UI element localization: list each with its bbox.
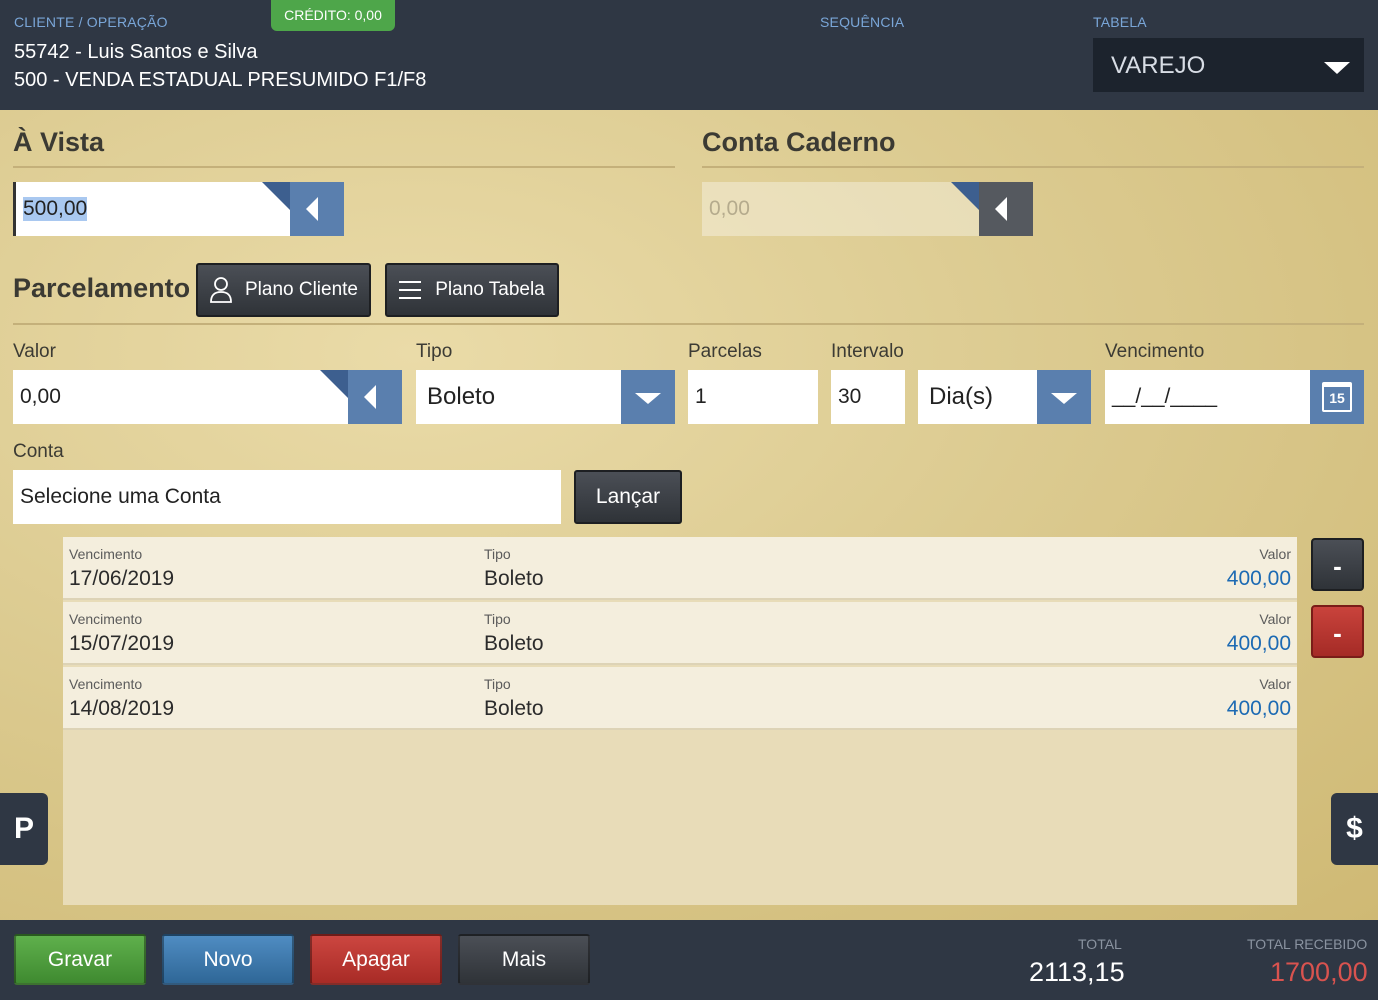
plano-cliente-label: Plano Cliente xyxy=(244,279,359,300)
cliente-operacao-label: CLIENTE / OPERAÇÃO xyxy=(14,14,168,30)
intervalo-unit-value: Dia(s) xyxy=(929,383,993,410)
calendar-icon: 15 xyxy=(1322,382,1352,412)
intervalo-unit-dropdown-button[interactable] xyxy=(1037,370,1091,424)
valor-caption: Valor xyxy=(1259,676,1291,692)
conta-caderno-fill-button[interactable] xyxy=(951,182,1033,236)
valor-caption: Valor xyxy=(1259,546,1291,562)
header-bar: CLIENTE / OPERAÇÃO CRÉDITO: 0,00 SEQUÊNC… xyxy=(0,0,1378,110)
intervalo-input[interactable]: 30 xyxy=(831,370,905,424)
list-icon xyxy=(399,281,422,299)
a-vista-fill-button[interactable] xyxy=(262,182,344,236)
conta-caderno-input[interactable]: 0,00 xyxy=(702,182,980,236)
divider xyxy=(13,166,675,168)
conta-caderno-placeholder: 0,00 xyxy=(709,197,750,220)
gravar-button[interactable]: Gravar xyxy=(14,934,146,985)
conta-select[interactable]: Selecione uma Conta xyxy=(13,470,561,524)
vencimento-caption: Vencimento xyxy=(69,546,143,562)
vencimento-date: 14/08/2019 xyxy=(69,697,175,720)
list-item[interactable]: Vencimento 14/08/2019 Tipo Boleto Valor … xyxy=(63,667,1297,730)
sequencia-label: SEQUÊNCIA xyxy=(820,14,905,30)
tabela-label: TABELA xyxy=(1093,14,1147,30)
tipo-text: Boleto xyxy=(484,632,544,655)
a-vista-title: À Vista xyxy=(13,127,105,157)
valor-caption: Valor xyxy=(1259,611,1291,627)
arrow-left-icon xyxy=(995,197,1007,221)
chevron-down-icon xyxy=(635,393,661,404)
total-label: TOTAL xyxy=(1078,936,1122,952)
arrow-left-icon xyxy=(306,197,318,221)
plano-cliente-button[interactable]: Plano Cliente xyxy=(196,263,371,317)
vencimento-date: 15/07/2019 xyxy=(69,632,175,655)
corner-decoration xyxy=(951,182,979,210)
plano-tabela-label: Plano Tabela xyxy=(435,279,545,300)
tabela-value: VAREJO xyxy=(1111,52,1206,79)
remove-all-button[interactable]: - xyxy=(1311,605,1364,658)
list-item[interactable]: Vencimento 15/07/2019 Tipo Boleto Valor … xyxy=(63,602,1297,665)
remove-item-button[interactable]: - xyxy=(1311,538,1364,591)
vencimento-caption: Vencimento xyxy=(69,611,143,627)
divider xyxy=(702,166,1364,168)
lancar-button[interactable]: Lançar xyxy=(574,470,682,524)
corner-decoration xyxy=(320,370,348,398)
vencimento-input[interactable]: __/__/____ xyxy=(1105,370,1311,424)
apagar-button[interactable]: Apagar xyxy=(310,934,442,985)
parcelas-value: 1 xyxy=(695,385,707,408)
tipo-value: Boleto xyxy=(427,383,496,410)
parcelamento-title: Parcelamento xyxy=(13,273,191,303)
novo-button[interactable]: Novo xyxy=(162,934,294,985)
left-side-tab[interactable]: P xyxy=(0,793,48,865)
tipo-caption: Tipo xyxy=(484,546,511,562)
tipo-dropdown-button[interactable] xyxy=(621,370,675,424)
tipo-caption: Tipo xyxy=(484,676,511,692)
tipo-label: Tipo xyxy=(416,341,453,362)
valor-amount: 400,00 xyxy=(1226,567,1291,590)
tipo-caption: Tipo xyxy=(484,611,511,627)
a-vista-input[interactable]: 500,00 xyxy=(13,182,291,236)
conta-label: Conta xyxy=(13,441,64,462)
intervalo-unit-select[interactable]: Dia(s) xyxy=(918,370,1038,424)
credit-badge: CRÉDITO: 0,00 xyxy=(271,0,395,31)
valor-amount: 400,00 xyxy=(1226,632,1291,655)
tipo-select[interactable]: Boleto xyxy=(416,370,622,424)
intervalo-label: Intervalo xyxy=(831,341,904,362)
tipo-text: Boleto xyxy=(484,567,544,590)
installments-list: Vencimento 17/06/2019 Tipo Boleto Valor … xyxy=(63,537,1297,905)
calendar-button[interactable]: 15 xyxy=(1310,370,1364,424)
lancar-label: Lançar xyxy=(595,485,661,508)
chevron-down-icon xyxy=(1051,393,1077,404)
conta-value: Selecione uma Conta xyxy=(20,485,221,508)
intervalo-value: 30 xyxy=(838,385,862,408)
total-recebido-value: 1700,00 xyxy=(1270,957,1368,987)
valor-fill-button[interactable] xyxy=(320,370,402,424)
tipo-text: Boleto xyxy=(484,697,544,720)
arrow-left-icon xyxy=(364,385,376,409)
user-icon xyxy=(210,277,232,303)
payment-side-tab[interactable]: $ xyxy=(1331,793,1378,865)
footer-bar: Gravar Novo Apagar Mais TOTAL 2113,15 TO… xyxy=(0,920,1378,1000)
plano-tabela-button[interactable]: Plano Tabela xyxy=(385,263,559,317)
cliente-name: 55742 - Luis Santos e Silva xyxy=(14,41,258,63)
valor-value: 0,00 xyxy=(20,385,61,408)
total-recebido-label: TOTAL RECEBIDO xyxy=(1247,936,1368,952)
list-item[interactable]: Vencimento 17/06/2019 Tipo Boleto Valor … xyxy=(63,537,1297,600)
vencimento-label: Vencimento xyxy=(1105,341,1205,362)
divider xyxy=(13,323,1364,325)
vencimento-value: __/__/____ xyxy=(1112,385,1218,408)
corner-decoration xyxy=(262,182,290,210)
vencimento-caption: Vencimento xyxy=(69,676,143,692)
operacao-name: 500 - VENDA ESTADUAL PRESUMIDO F1/F8 xyxy=(14,69,427,91)
valor-input[interactable]: 0,00 xyxy=(13,370,349,424)
valor-label: Valor xyxy=(13,341,56,362)
conta-caderno-title: Conta Caderno xyxy=(702,127,896,157)
tabela-select[interactable]: VAREJO xyxy=(1093,38,1364,92)
parcelas-input[interactable]: 1 xyxy=(688,370,818,424)
valor-amount: 400,00 xyxy=(1226,697,1291,720)
mais-button[interactable]: Mais xyxy=(458,934,590,985)
parcelas-label: Parcelas xyxy=(688,341,762,362)
chevron-down-icon xyxy=(1324,62,1350,74)
vencimento-date: 17/06/2019 xyxy=(69,567,175,590)
a-vista-value: 500,00 xyxy=(23,197,88,221)
total-value: 2113,15 xyxy=(1029,957,1125,987)
